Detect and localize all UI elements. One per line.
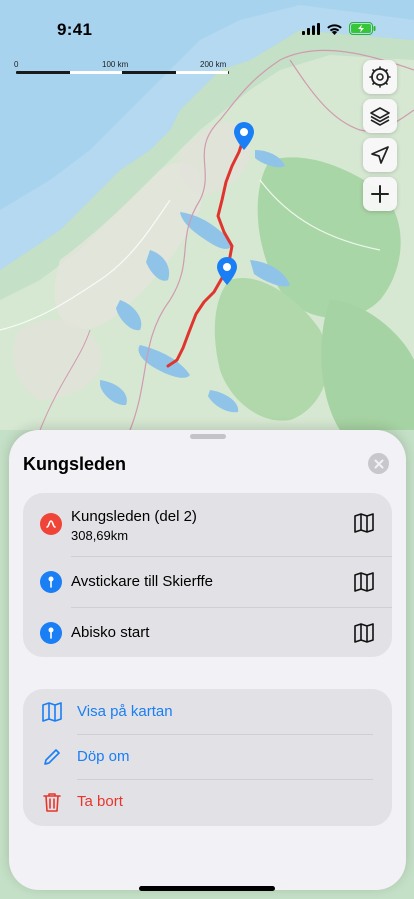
action-label: Ta bort [77,793,123,810]
status-time: 9:41 [57,20,93,39]
item-distance: 308,69km [71,528,129,543]
map-scale-bar: 0 100 km 200 km [14,60,234,80]
map-icon [42,702,62,722]
scale-bar-line [16,71,229,74]
location-arrow-icon [371,146,389,164]
route-icon [40,513,62,535]
map-icon[interactable] [353,572,375,592]
layers-button[interactable] [363,99,397,133]
trash-icon [43,793,61,812]
settings-button[interactable] [363,60,397,94]
wifi-icon [327,23,342,35]
list-item-waypoint[interactable]: Avstickare till Skierffe [23,557,392,607]
clock-settings-icon [369,66,391,88]
close-icon [374,459,383,468]
sheet-title: Kungsleden [23,454,127,474]
actions-list: Visa på kartan Döp om Ta bort [23,689,392,826]
bottom-sheet: Kungsleden Kungsleden (del 2) 308,69km A… [9,430,406,890]
close-button[interactable] [368,453,389,474]
sheet-grabber[interactable] [190,434,226,439]
waypoint-pin-icon [40,622,62,644]
action-label: Visa på kartan [77,703,173,720]
map-pin-skierffe[interactable] [215,256,239,286]
scale-label-100: 100 km [102,60,129,69]
plus-icon [371,185,389,203]
scale-label-200: 200 km [200,60,227,69]
status-bar: 9:41 [0,0,414,54]
scale-label-0: 0 [14,60,19,69]
pencil-icon [44,749,60,765]
cellular-signal-icon [302,22,320,35]
waypoint-pin-icon [40,571,62,593]
item-title: Avstickare till Skierffe [71,573,213,590]
action-label: Döp om [77,748,130,765]
status-icons [302,22,376,35]
list-item-waypoint[interactable]: Abisko start [23,608,392,657]
zoom-in-button[interactable] [363,177,397,211]
item-title: Kungsleden (del 2) [71,508,197,525]
rename-button[interactable]: Döp om [23,735,392,779]
items-list: Kungsleden (del 2) 308,69km Avstickare t… [23,493,392,657]
item-title: Abisko start [71,624,150,641]
my-location-button[interactable] [363,138,397,172]
map-pin-abisko[interactable] [232,121,256,151]
delete-button[interactable]: Ta bort [23,780,392,824]
show-on-map-button[interactable]: Visa på kartan [23,690,392,734]
layers-icon [370,107,390,126]
home-indicator[interactable] [139,886,275,891]
battery-charging-icon [349,22,376,35]
list-item-route[interactable]: Kungsleden (del 2) 308,69km [23,493,392,556]
map-icon[interactable] [353,513,375,533]
map-icon[interactable] [353,623,375,643]
